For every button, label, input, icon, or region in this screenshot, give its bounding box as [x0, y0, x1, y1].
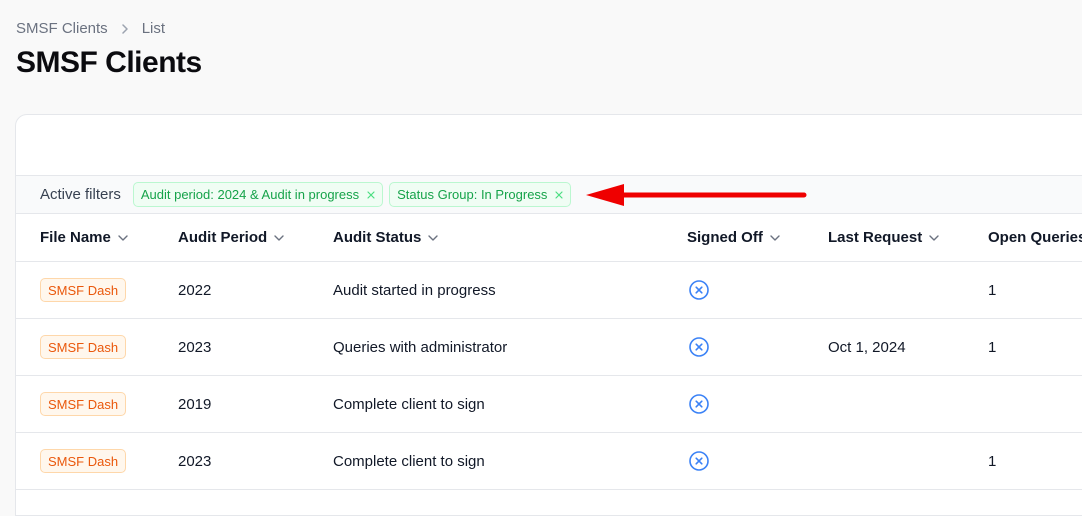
table-row[interactable]: SMSF Dash 2022 Audit started in progress… — [16, 262, 1082, 319]
column-header-label: Last Request — [828, 228, 923, 246]
breadcrumb: SMSF Clients List — [16, 20, 165, 37]
filter-chip-label: Audit period: 2024 & Audit in progress — [140, 187, 360, 202]
file-name-badge[interactable]: SMSF Dash — [40, 278, 127, 302]
breadcrumb-current: List — [141, 20, 166, 37]
chevron-down-icon[interactable] — [273, 229, 285, 246]
filter-chip-label: Status Group: In Progress — [397, 187, 548, 202]
chevron-down-icon[interactable] — [928, 229, 940, 246]
chevron-down-icon[interactable] — [427, 229, 439, 246]
filter-chip-status-group[interactable]: Status Group: In Progress — [389, 182, 572, 207]
column-header-audit-status[interactable]: Audit Status — [333, 213, 439, 261]
column-header-open-queries[interactable]: Open Queries — [988, 213, 1082, 261]
chevron-right-icon — [120, 23, 130, 35]
audit-status-cell: Complete client to sign — [333, 452, 485, 470]
audit-period-cell: 2023 — [178, 452, 212, 470]
column-header-label: Audit Period — [178, 228, 268, 246]
column-header-label: Open Queries — [988, 228, 1082, 246]
column-header-label: Audit Status — [333, 228, 422, 246]
audit-status-cell: Queries with administrator — [333, 338, 508, 356]
open-queries-cell: 1 — [988, 452, 997, 470]
column-header-last-request[interactable]: Last Request — [828, 213, 940, 261]
open-queries-cell: 1 — [988, 281, 997, 299]
column-header-label: File Name — [40, 228, 111, 246]
active-filters-bar: Active filters Audit period: 2024 & Audi… — [16, 175, 1082, 214]
not-signed-off-icon — [688, 319, 710, 375]
not-signed-off-icon — [688, 376, 710, 432]
last-request-cell: Oct 1, 2024 — [828, 338, 906, 356]
not-signed-off-icon — [688, 433, 710, 489]
page-title: SMSF Clients — [16, 46, 202, 79]
audit-period-cell: 2023 — [178, 338, 212, 356]
filter-chip-audit-period[interactable]: Audit period: 2024 & Audit in progress — [132, 182, 384, 207]
audit-period-cell: 2022 — [178, 281, 212, 299]
column-header-file-name[interactable]: File Name — [40, 213, 129, 261]
not-signed-off-icon — [688, 262, 710, 318]
chevron-down-icon[interactable] — [117, 229, 129, 246]
chevron-down-icon[interactable] — [769, 229, 781, 246]
active-filters-label: Active filters — [40, 186, 121, 203]
open-queries-cell: 1 — [988, 338, 997, 356]
annotation-arrow-icon — [586, 184, 807, 206]
column-header-audit-period[interactable]: Audit Period — [178, 213, 285, 261]
table-row[interactable]: SMSF Dash 2023 Complete client to sign 1 — [16, 433, 1082, 490]
close-icon[interactable] — [555, 190, 564, 199]
column-header-label: Signed Off — [687, 228, 763, 246]
audit-status-cell: Audit started in progress — [333, 281, 496, 299]
file-name-badge[interactable]: SMSF Dash — [40, 392, 127, 416]
breadcrumb-parent-link[interactable]: SMSF Clients — [16, 20, 108, 37]
file-name-badge[interactable]: SMSF Dash — [40, 449, 127, 473]
table-row[interactable]: SMSF Dash 2023 Queries with administrato… — [16, 319, 1082, 376]
table-row[interactable]: SMSF Dash 2019 Complete client to sign — [16, 376, 1082, 433]
file-name-badge[interactable]: SMSF Dash — [40, 335, 127, 359]
column-header-signed-off[interactable]: Signed Off — [687, 213, 781, 261]
audit-status-cell: Complete client to sign — [333, 395, 485, 413]
audit-period-cell: 2019 — [178, 395, 212, 413]
table-header: File Name Audit Period Audit Status Sign… — [16, 213, 1082, 262]
clients-table-card: Active filters Audit period: 2024 & Audi… — [15, 114, 1082, 516]
close-icon[interactable] — [367, 190, 375, 199]
